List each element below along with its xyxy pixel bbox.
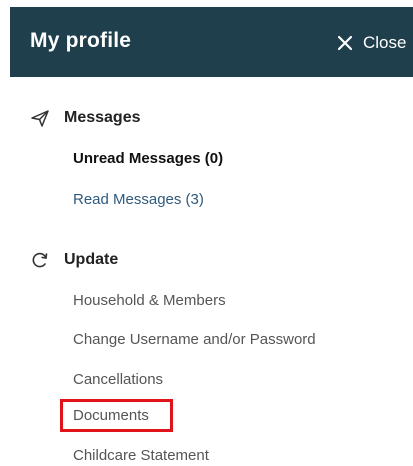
update-section-header: Update <box>30 250 118 270</box>
change-credentials-link[interactable]: Change Username and/or Password <box>73 331 316 348</box>
read-messages-link[interactable]: Read Messages (3) <box>73 191 204 208</box>
messages-section-label: Messages <box>64 109 141 126</box>
close-icon <box>335 33 355 53</box>
close-button[interactable]: Close <box>335 31 406 55</box>
update-section-label: Update <box>64 251 119 268</box>
page-title: My profile <box>30 29 132 52</box>
unread-messages-link[interactable]: Unread Messages (0) <box>73 150 223 167</box>
documents-highlight-box <box>60 399 173 432</box>
household-members-link[interactable]: Household & Members <box>73 292 226 309</box>
close-label: Close <box>363 33 407 52</box>
childcare-statement-link[interactable]: Childcare Statement <box>73 447 209 464</box>
refresh-icon <box>30 250 50 270</box>
cancellations-link[interactable]: Cancellations <box>73 371 163 388</box>
messages-section-header: Messages <box>30 108 141 128</box>
profile-header: My profile Close <box>10 7 413 77</box>
paper-plane-icon <box>30 108 50 128</box>
